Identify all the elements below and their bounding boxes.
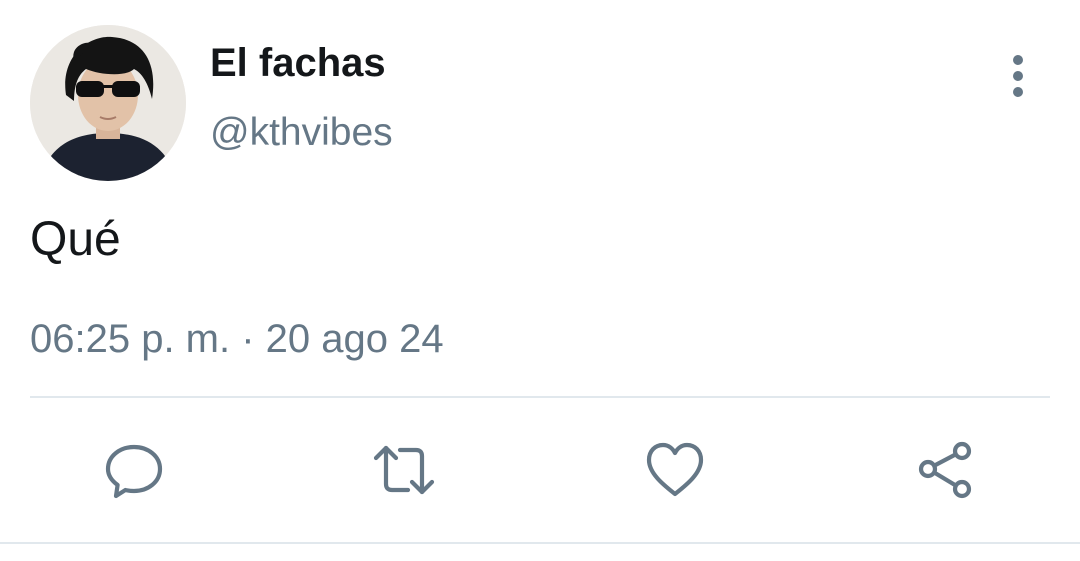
like-button[interactable] bbox=[643, 438, 707, 502]
retweet-button[interactable] bbox=[372, 438, 436, 502]
tweet-timestamp: 06:25 p. m. · 20 ago 24 bbox=[30, 317, 444, 361]
share-icon bbox=[918, 441, 972, 499]
author-display-name[interactable]: El fachas bbox=[210, 40, 386, 86]
retweet-icon bbox=[373, 445, 435, 495]
divider bbox=[0, 542, 1080, 544]
avatar-photo bbox=[30, 25, 186, 181]
more-options-button[interactable] bbox=[996, 52, 1040, 100]
avatar[interactable] bbox=[30, 25, 186, 181]
reply-icon bbox=[105, 444, 163, 499]
reply-button[interactable] bbox=[102, 438, 166, 502]
author-handle[interactable]: @kthvibes bbox=[210, 110, 393, 156]
divider bbox=[30, 396, 1050, 398]
heart-icon bbox=[646, 442, 704, 497]
share-button[interactable] bbox=[914, 438, 978, 502]
more-vertical-icon bbox=[1013, 55, 1023, 97]
tweet-text: Qué bbox=[30, 213, 121, 266]
